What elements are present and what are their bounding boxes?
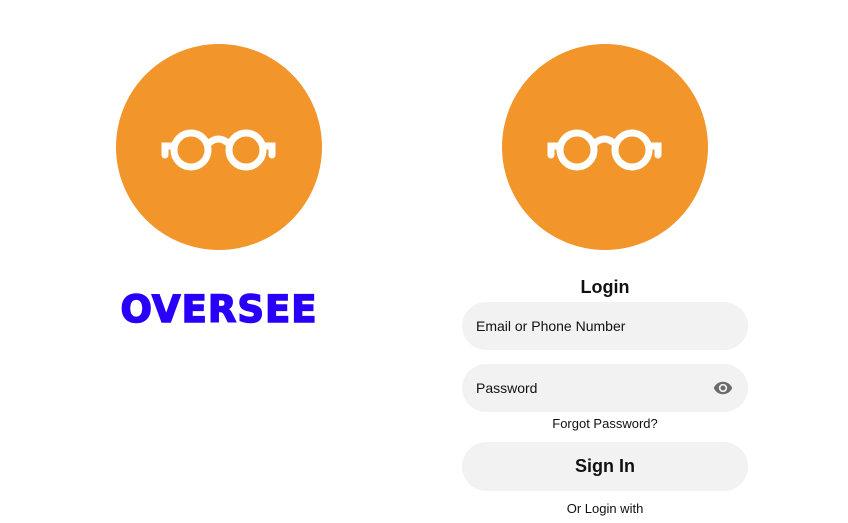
eye-icon[interactable]	[712, 378, 734, 398]
alt-login-label: Or Login with	[566, 501, 644, 516]
brand-title: OVERSEE	[120, 287, 318, 332]
app-stage: OVERSEE Login Forgot Password? Sign In O…	[0, 0, 848, 523]
password-field[interactable]	[462, 364, 748, 412]
splash-logo	[116, 44, 322, 250]
sign-in-button[interactable]: Sign In	[462, 442, 748, 491]
password-input[interactable]	[476, 364, 706, 412]
email-field[interactable]	[462, 302, 748, 350]
login-logo	[502, 44, 708, 250]
glasses-icon	[161, 129, 276, 171]
forgot-password-link[interactable]: Forgot Password?	[462, 416, 748, 432]
login-heading: Login	[580, 277, 630, 297]
email-input[interactable]	[476, 302, 706, 350]
glasses-icon	[547, 129, 662, 171]
